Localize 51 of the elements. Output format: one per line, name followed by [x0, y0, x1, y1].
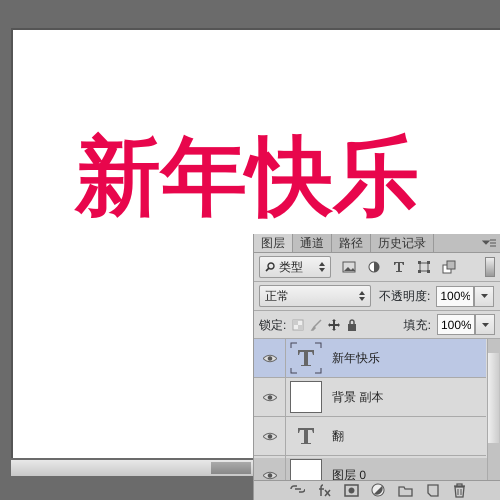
trash-icon[interactable]: [452, 483, 467, 498]
caret-icon: [482, 322, 488, 326]
fill-dropdown-button[interactable]: [475, 314, 495, 335]
filter-dropdown[interactable]: 类型: [259, 256, 331, 278]
scrollbar-thumb[interactable]: [211, 462, 251, 474]
shape-filter-icon[interactable]: [417, 260, 431, 274]
lock-label: 锁定:: [259, 316, 286, 334]
move-icon[interactable]: [328, 318, 340, 330]
layer-row[interactable]: 新年快乐: [254, 339, 486, 378]
eye-icon[interactable]: [262, 432, 276, 440]
layer-name: 翻: [332, 428, 344, 445]
eye-icon[interactable]: [262, 470, 276, 480]
fill-field[interactable]: 100%: [437, 314, 475, 335]
up-down-caret-icon: [319, 262, 325, 272]
panel-tab[interactable]: 历史记录: [371, 234, 434, 252]
mask-icon[interactable]: [344, 483, 359, 498]
adjustment-filter-icon[interactable]: [367, 260, 381, 274]
search-icon: [265, 262, 275, 272]
layer-name: 背景 副本: [332, 389, 384, 406]
layer-name: 新年快乐: [332, 350, 380, 367]
blend-mode-dropdown[interactable]: 正常: [259, 285, 371, 307]
new-layer-icon[interactable]: [425, 483, 440, 498]
panel-tab[interactable]: 通道: [293, 234, 332, 252]
vertical-scrollbar[interactable]: [487, 339, 500, 480]
opacity-dropdown-button[interactable]: [474, 286, 494, 306]
fx-icon[interactable]: [317, 483, 332, 498]
opacity-label: 不透明度:: [379, 288, 430, 305]
layer-thumbnail: [290, 381, 322, 413]
smart-object-filter-icon[interactable]: [442, 260, 456, 274]
fill-label: 填充:: [404, 316, 431, 334]
filter-value: 类型: [279, 259, 303, 276]
type-filter-icon[interactable]: [392, 260, 406, 274]
eye-icon[interactable]: [262, 354, 276, 362]
text-layer-thumbnail-icon: [290, 342, 322, 374]
panel-tab[interactable]: 图层: [254, 234, 293, 252]
panel-menu-icon[interactable]: [482, 238, 496, 248]
caret-icon: [480, 294, 488, 298]
filter-toggle[interactable]: [485, 257, 495, 277]
opacity-field[interactable]: 100%: [436, 286, 474, 306]
padlock-icon[interactable]: [346, 318, 358, 330]
layer-row[interactable]: 背景 副本: [254, 378, 486, 417]
blend-mode-value: 正常: [265, 288, 289, 305]
image-filter-icon[interactable]: [342, 260, 356, 274]
horizontal-scrollbar[interactable]: [11, 460, 253, 476]
adjustment-icon[interactable]: [371, 483, 386, 498]
eye-icon[interactable]: [262, 392, 276, 402]
layer-row[interactable]: 翻: [254, 417, 486, 456]
scrollbar-thumb[interactable]: [488, 353, 499, 443]
canvas-text: 新年快乐: [75, 134, 419, 220]
panel-tab[interactable]: 路径: [332, 234, 371, 252]
up-down-caret-icon: [359, 291, 365, 301]
